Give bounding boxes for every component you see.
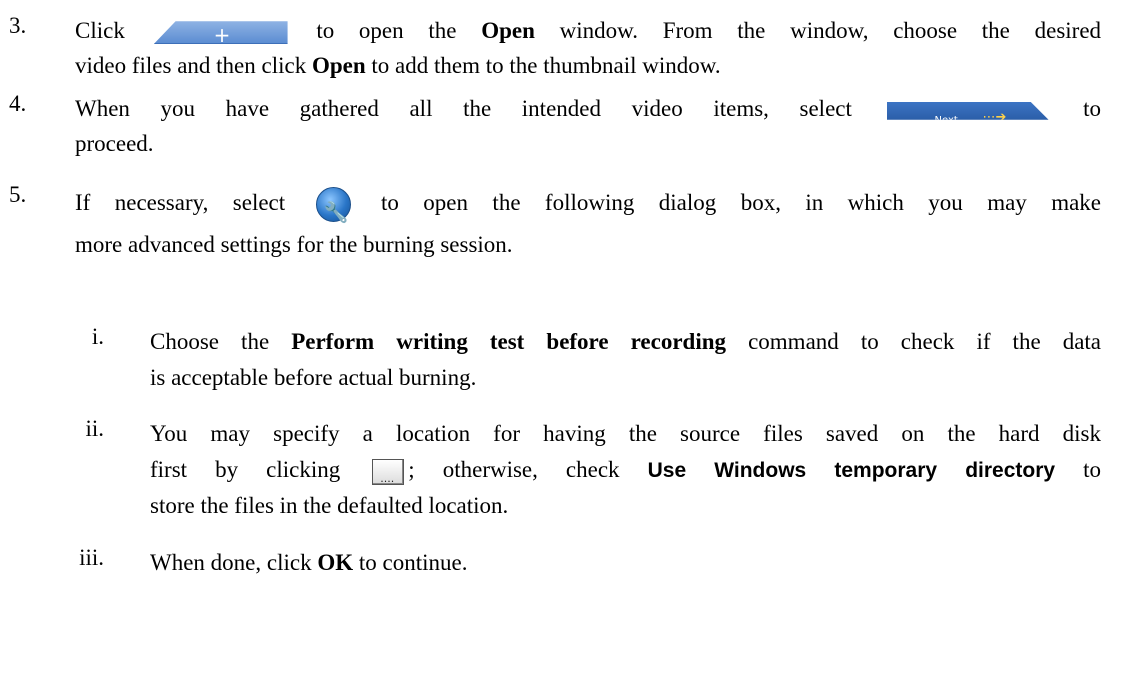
add-plus-button-icon: + [153, 21, 288, 45]
step-text: When you have gathered all the intended … [75, 91, 1101, 161]
step-line: video files and then click Open to add t… [75, 53, 721, 78]
step-line: proceed. [75, 131, 154, 156]
browse-ellipsis-button-icon: .... [372, 458, 405, 485]
substep-number: i. [91, 324, 104, 349]
step-line: When you have gathered all the intended … [75, 96, 1102, 126]
substep-line: first by clicking ....; otherwise, check… [150, 457, 1101, 485]
substep-line: store the files in the defaulted locatio… [150, 493, 509, 518]
substep-line: You may specify a location for having th… [150, 421, 1101, 446]
substep-text: When done, click OK to continue. [150, 545, 1101, 580]
substep-line: is acceptable before actual burning. [150, 365, 477, 390]
step-number: 5. [9, 182, 27, 207]
step-text: If necessary, select 🔧 to open the follo… [75, 182, 1101, 266]
step-line: If necessary, select 🔧 to open the follo… [75, 182, 1101, 224]
wrench-settings-icon: 🔧 [315, 187, 351, 224]
next-arrow-button-icon: Next ⋯➔ [887, 102, 1049, 120]
substep-line: Choose the Perform writing test before r… [150, 329, 1102, 354]
step-number: 3. [9, 13, 27, 38]
step-text: Click + to open the Open window. From th… [75, 13, 1101, 83]
substep-line: When done, click OK to continue. [150, 550, 468, 575]
substep-text: You may specify a location for having th… [150, 416, 1101, 524]
substep-number: iii. [79, 545, 104, 570]
step-line: Click + to open the Open window. From th… [75, 18, 1102, 48]
substep-text: Choose the Perform writing test before r… [150, 324, 1101, 396]
step-number: 4. [9, 91, 27, 116]
step-line: more advanced settings for the burning s… [75, 232, 513, 257]
substep-number: ii. [85, 416, 104, 441]
